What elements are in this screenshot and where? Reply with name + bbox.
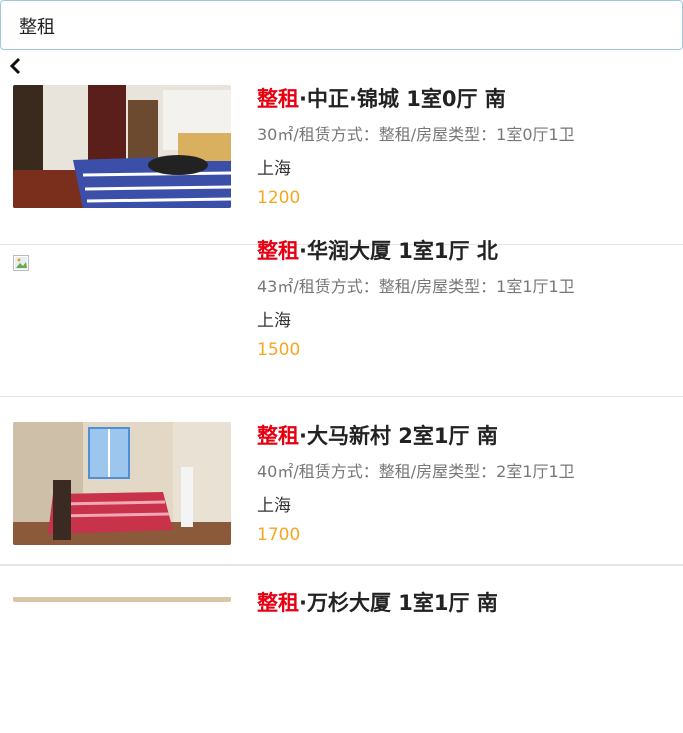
listing-city: 上海 — [257, 311, 291, 331]
listing-title-text: ·大马新村 2室1厅 南 — [299, 424, 498, 448]
listing-title-text: ·华润大厦 1室1厅 北 — [299, 239, 498, 263]
list-item[interactable]: 整租·大马新村 2室1厅 南 40㎡/租赁方式：整租/房屋类型：2室1厅1卫 上… — [0, 397, 683, 565]
broken-image-icon — [13, 255, 34, 273]
listing-city: 上海 — [257, 496, 291, 516]
listing-meta: 40㎡/租赁方式：整租/房屋类型：2室1厅1卫 — [257, 462, 575, 481]
listing-title[interactable]: 整租·万杉大厦 1室1厅 南 — [257, 587, 498, 617]
list-item[interactable]: 整租·华润大厦 1室1厅 北 43㎡/租赁方式：整租/房屋类型：1室1厅1卫 上… — [0, 229, 683, 397]
search-input[interactable] — [19, 13, 659, 39]
list-item[interactable]: 整租·中正·锦城 1室0厅 南 30㎡/租赁方式：整租/房屋类型：1室0厅1卫 … — [0, 77, 683, 245]
listing-meta: 43㎡/租赁方式：整租/房屋类型：1室1厅1卫 — [257, 277, 575, 296]
listing-photo[interactable] — [13, 422, 231, 545]
chevron-left-icon — [9, 57, 21, 75]
listing-photo[interactable] — [13, 85, 231, 208]
listing-title-highlight: 整租 — [257, 424, 299, 448]
search-bar — [0, 0, 683, 50]
listing-city: 上海 — [257, 159, 291, 179]
listing-title[interactable]: 整租·中正·锦城 1室0厅 南 — [257, 83, 506, 113]
listing-meta: 30㎡/租赁方式：整租/房屋类型：1室0厅1卫 — [257, 125, 575, 144]
back-button[interactable] — [8, 56, 26, 76]
listing-title-text: ·中正·锦城 1室0厅 南 — [299, 87, 506, 111]
listing-title[interactable]: 整租·大马新村 2室1厅 南 — [257, 420, 498, 450]
listing-price: 1700 — [257, 525, 301, 545]
listing-price: 1200 — [257, 188, 301, 208]
listing-title-text: ·万杉大厦 1室1厅 南 — [299, 591, 498, 615]
listing-title-highlight: 整租 — [257, 239, 299, 263]
listing-photo[interactable] — [13, 592, 231, 602]
listing-title-highlight: 整租 — [257, 87, 299, 111]
listing-title[interactable]: 整租·华润大厦 1室1厅 北 — [257, 235, 498, 265]
listing-title-highlight: 整租 — [257, 591, 299, 615]
listing-price: 1500 — [257, 340, 301, 360]
list-item[interactable]: 整租·万杉大厦 1室1厅 南 — [0, 565, 683, 733]
